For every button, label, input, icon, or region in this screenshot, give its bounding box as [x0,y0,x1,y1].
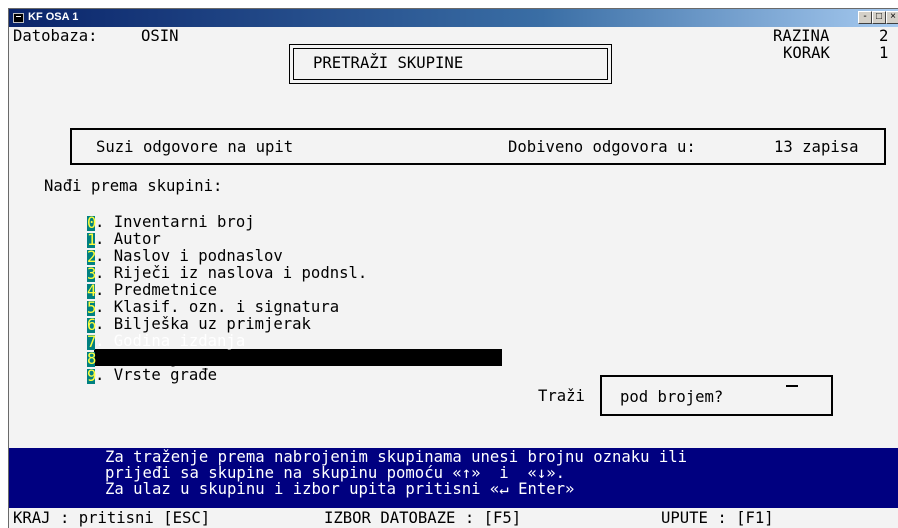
window-title-bar[interactable]: KF OSA 1 - □ × [9,9,898,27]
menu-item-key: 5 [87,299,97,317]
menu-item-key: 6 [87,316,97,334]
results-count-value: 13 zapisa [774,138,859,156]
search-field-text: pod brojem? [620,388,724,406]
menu-item-key: 0 [87,214,97,232]
database-value: OSIN [141,27,179,45]
menu-item-label: . Godina izdanja [95,332,246,350]
menu-item-key: 1 [87,231,97,249]
menu-item-key: 2 [87,248,97,266]
database-select-hint[interactable]: IZBOR DATOBAZE : [F5] [324,509,521,527]
help-bar: Za traženje prema nabrojenim skupinama u… [9,448,898,508]
help-hint[interactable]: UPUTE : [F1] [661,509,774,527]
menu-item-key: 7 [87,333,97,351]
minimize-button[interactable]: - [858,11,872,24]
menu-item-label: . Inventarni broj [95,213,255,231]
results-count-label: Dobiveno odgovora u: [508,138,696,156]
narrow-results-text: Suzi odgovore na upit [96,138,294,156]
menu-item-label: . Autor [95,230,161,248]
menu-item-label: . Riječi iz naslova i podnsl. [95,264,368,282]
menu-item-key: 3 [87,265,97,283]
menu-item-label: . Predmetnice [95,281,218,299]
menu-item-key: 9 [87,367,97,385]
menu-item-label: . Bilješka uz primjerak [95,315,311,333]
menu-item-label: . Praćenje nabave [95,349,255,367]
window-title: KF OSA 1 [28,11,79,23]
maximize-button[interactable]: □ [872,11,886,24]
text-cursor [786,385,798,387]
close-button[interactable]: × [886,11,898,24]
database-label: Datobaza: [13,27,98,45]
menu-item-key: 4 [87,282,97,300]
screen-title-box: PRETRAŽI SKUPINE [289,44,612,84]
exit-hint[interactable]: KRAJ : pritisni [ESC] [13,509,210,527]
step-value: 1 [879,44,889,62]
menu-heading: Nađi prema skupini: [44,177,223,195]
help-line-3: Za ulaz u skupinu i izbor upita pritisni… [105,480,575,498]
search-prompt-label: Traži [538,387,585,405]
console-screen: Datobaza: OSIN PRETRAŽI SKUPINE RAZINA 2… [9,27,898,528]
menu-item-label: . Naslov i podnaslov [95,247,283,265]
console-app-icon [13,13,24,23]
step-label: KORAK [783,44,830,62]
search-field-box[interactable]: pod brojem? [600,375,833,416]
status-bar: KRAJ : pritisni [ESC] IZBOR DATOBAZE : [… [9,508,898,528]
menu-item-label: . Vrste građe [95,366,218,384]
level-value: 2 [879,27,889,45]
level-label: RAZINA [773,27,830,45]
menu-item-label: . Klasif. ozn. i signatura [95,298,340,316]
screen-title: PRETRAŽI SKUPINE [313,54,464,72]
menu-item-key: 8 [87,350,97,368]
results-info-box: Suzi odgovore na upit Dobiveno odgovora … [70,128,886,165]
